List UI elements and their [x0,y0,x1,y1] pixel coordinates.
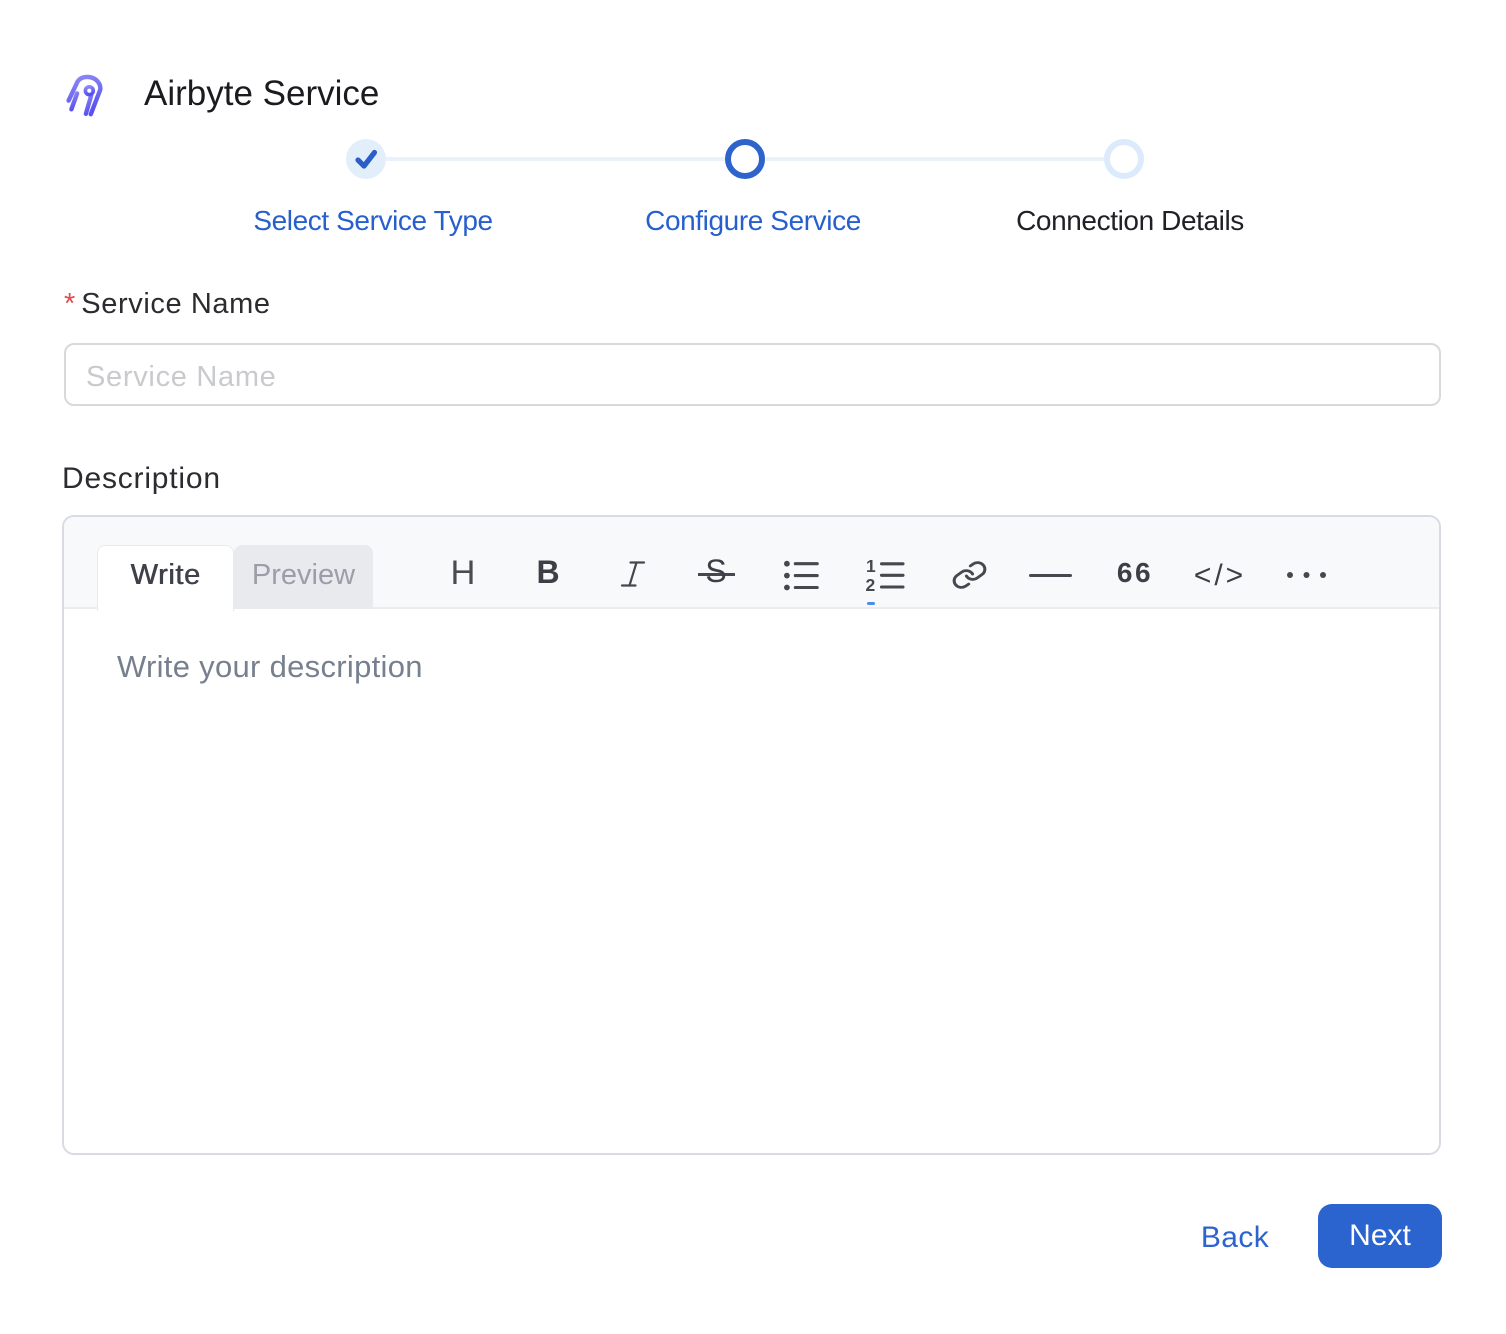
svg-text:2: 2 [866,575,876,593]
svg-text:1: 1 [866,559,876,576]
